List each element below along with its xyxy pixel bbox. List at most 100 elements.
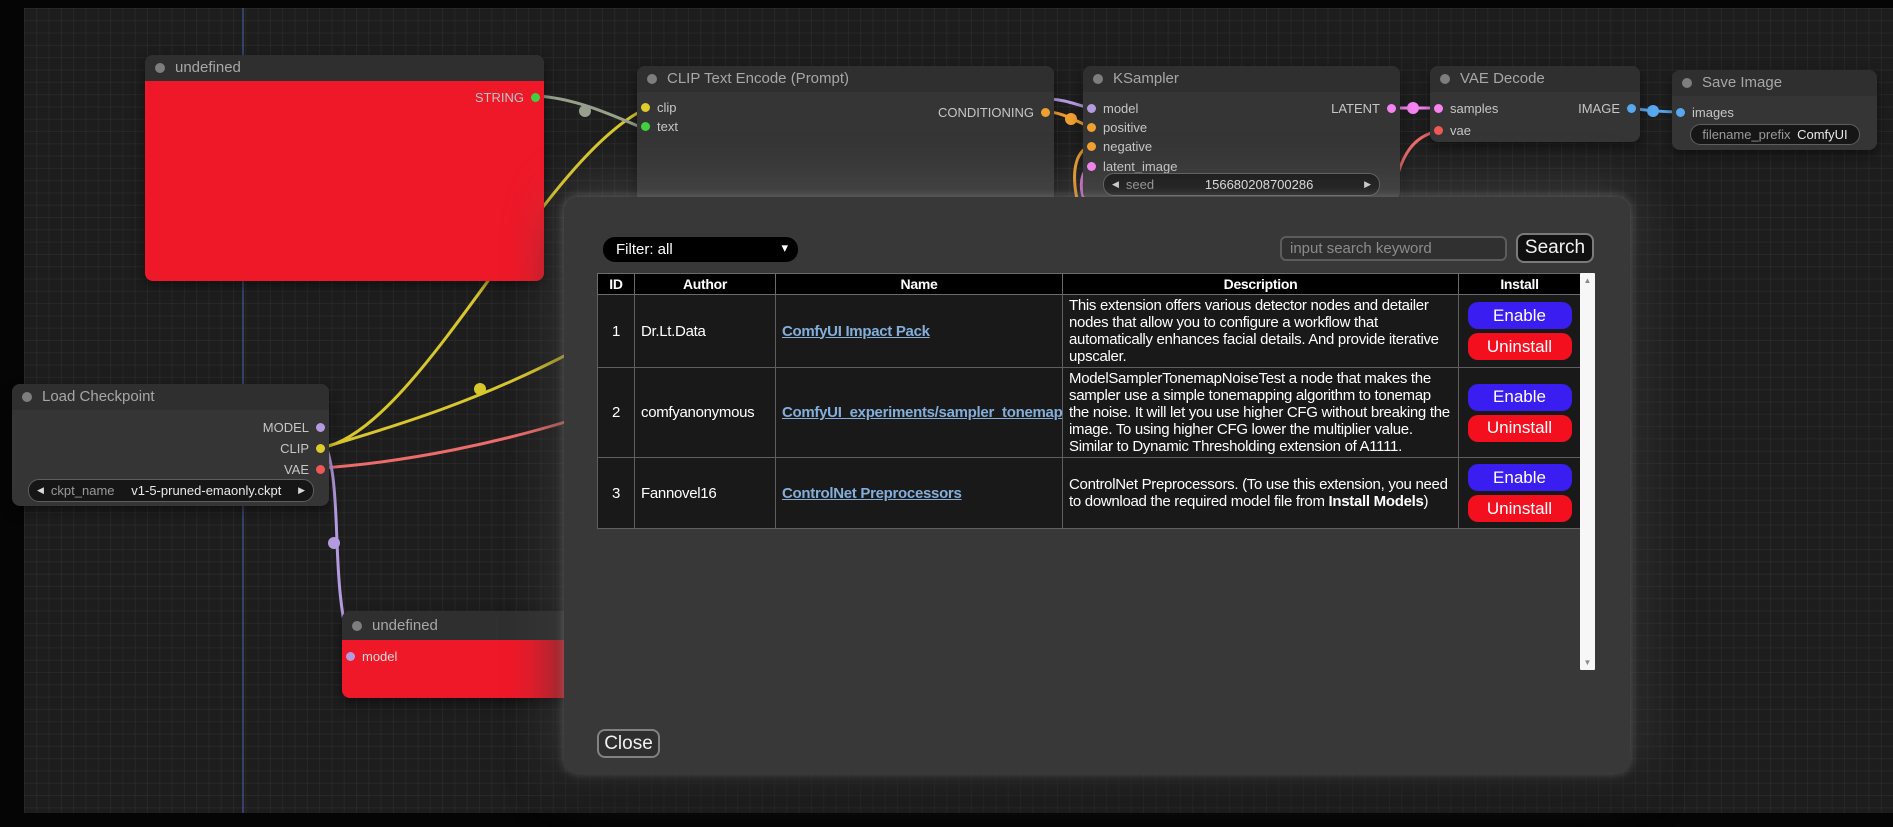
- input-port-model[interactable]: model: [346, 647, 397, 665]
- output-port-model[interactable]: MODEL: [263, 418, 325, 436]
- collapse-dot-icon[interactable]: [155, 63, 165, 73]
- output-port-vae[interactable]: VAE: [284, 460, 325, 478]
- port-dot-icon[interactable]: [1087, 142, 1096, 151]
- port-dot-icon[interactable]: [641, 103, 650, 112]
- node-title-bar[interactable]: Load Checkpoint: [12, 384, 329, 410]
- port-dot-icon[interactable]: [316, 423, 325, 432]
- collapse-dot-icon[interactable]: [1440, 74, 1450, 84]
- collapse-dot-icon[interactable]: [22, 392, 32, 402]
- port-label: vae: [1450, 123, 1471, 138]
- output-port-string[interactable]: STRING: [475, 88, 540, 106]
- extension-link[interactable]: ComfyUI Impact Pack: [782, 323, 930, 340]
- seed-widget[interactable]: ◀ seed 156680208700286 ▶: [1103, 173, 1380, 196]
- filename-prefix-widget[interactable]: filename_prefix ComfyUI: [1690, 124, 1860, 145]
- col-header-description: Description: [1063, 274, 1459, 295]
- filter-select[interactable]: Filter: all: [603, 237, 798, 262]
- link-midpoint-dot[interactable]: [328, 537, 340, 549]
- port-dot-icon[interactable]: [641, 122, 650, 131]
- port-dot-icon[interactable]: [1087, 123, 1096, 132]
- search-input[interactable]: [1280, 236, 1507, 261]
- extension-link[interactable]: ControlNet Preprocessors: [782, 485, 962, 502]
- port-dot-icon[interactable]: [346, 652, 355, 661]
- wire-string-to-text: [537, 96, 645, 129]
- port-dot-icon[interactable]: [531, 93, 540, 102]
- link-midpoint-dot[interactable]: [1407, 102, 1419, 114]
- port-dot-icon[interactable]: [1087, 162, 1096, 171]
- node-title: VAE Decode: [1460, 70, 1545, 87]
- widget-value: v1-5-pruned-emaonly.ckpt: [131, 483, 281, 498]
- input-port-images[interactable]: images: [1676, 103, 1734, 121]
- cell-author: Fannovel16: [635, 458, 776, 529]
- extension-link[interactable]: ComfyUI_experiments/sampler_tonemap: [782, 404, 1062, 421]
- node-title-bar[interactable]: undefined: [342, 611, 577, 640]
- cell-description: ControlNet Preprocessors. (To use this e…: [1063, 458, 1459, 529]
- table-row: 3 Fannovel16 ControlNet Preprocessors Co…: [598, 458, 1581, 529]
- uninstall-button[interactable]: Uninstall: [1468, 415, 1572, 442]
- widget-name: ckpt_name: [51, 483, 115, 498]
- link-midpoint-dot[interactable]: [474, 383, 486, 395]
- comfyui-canvas: undefined STRING CLIP Text Encode (Promp…: [0, 0, 1893, 827]
- output-port-image[interactable]: IMAGE: [1578, 99, 1636, 117]
- input-port-model[interactable]: model: [1087, 99, 1138, 117]
- ckpt-name-widget[interactable]: ◀ ckpt_name v1-5-pruned-emaonly.ckpt ▶: [28, 479, 314, 502]
- node-undefined-bottom[interactable]: undefined model: [342, 611, 577, 698]
- port-dot-icon[interactable]: [316, 465, 325, 474]
- port-dot-icon[interactable]: [1087, 104, 1096, 113]
- port-label: clip: [657, 100, 677, 115]
- input-port-text[interactable]: text: [641, 117, 678, 135]
- node-title-bar[interactable]: Save Image: [1672, 70, 1877, 96]
- widget-left-arrow-icon[interactable]: ◀: [1112, 179, 1119, 190]
- input-port-negative[interactable]: negative: [1087, 137, 1152, 155]
- uninstall-button[interactable]: Uninstall: [1468, 333, 1572, 360]
- collapse-dot-icon[interactable]: [1682, 78, 1692, 88]
- enable-button[interactable]: Enable: [1468, 302, 1572, 329]
- link-midpoint-dot[interactable]: [1647, 105, 1659, 117]
- output-port-conditioning[interactable]: CONDITIONING: [938, 103, 1050, 121]
- collapse-dot-icon[interactable]: [352, 621, 362, 631]
- node-save-image[interactable]: Save Image images filename_prefix ComfyU…: [1672, 70, 1877, 150]
- input-port-clip[interactable]: clip: [641, 98, 677, 116]
- scroll-up-icon[interactable]: ▲: [1580, 276, 1595, 285]
- search-button[interactable]: Search: [1516, 233, 1594, 263]
- link-midpoint-dot[interactable]: [579, 105, 591, 117]
- input-port-vae[interactable]: vae: [1434, 121, 1471, 139]
- close-button[interactable]: Close: [597, 729, 660, 758]
- node-load-checkpoint[interactable]: Load Checkpoint MODEL CLIP VAE ◀ ckpt_na…: [12, 384, 329, 506]
- node-title-bar[interactable]: VAE Decode: [1430, 66, 1640, 92]
- input-port-samples[interactable]: samples: [1434, 99, 1498, 117]
- enable-button[interactable]: Enable: [1468, 384, 1572, 411]
- widget-left-arrow-icon[interactable]: ◀: [37, 485, 44, 496]
- port-dot-icon[interactable]: [316, 444, 325, 453]
- node-clip-text-encode[interactable]: CLIP Text Encode (Prompt) clip text COND…: [637, 66, 1054, 206]
- enable-button[interactable]: Enable: [1468, 464, 1572, 491]
- node-title-bar[interactable]: KSampler: [1083, 66, 1400, 92]
- port-dot-icon[interactable]: [1387, 104, 1396, 113]
- node-title: KSampler: [1113, 70, 1179, 87]
- port-dot-icon[interactable]: [1627, 104, 1636, 113]
- port-dot-icon[interactable]: [1041, 108, 1050, 117]
- cell-author: comfyanonymous: [635, 368, 776, 458]
- collapse-dot-icon[interactable]: [647, 74, 657, 84]
- port-dot-icon[interactable]: [1676, 108, 1685, 117]
- node-title-bar[interactable]: CLIP Text Encode (Prompt): [637, 66, 1054, 92]
- table-row: 2 comfyanonymous ComfyUI_experiments/sam…: [598, 368, 1581, 458]
- widget-right-arrow-icon[interactable]: ▶: [298, 485, 305, 496]
- table-scrollbar[interactable]: ▲ ▼: [1580, 273, 1595, 670]
- port-dot-icon[interactable]: [1434, 104, 1443, 113]
- port-label: text: [657, 119, 678, 134]
- input-port-positive[interactable]: positive: [1087, 118, 1147, 136]
- node-title: undefined: [372, 617, 438, 634]
- output-port-latent[interactable]: LATENT: [1331, 99, 1396, 117]
- output-port-clip[interactable]: CLIP: [280, 439, 325, 457]
- port-label: model: [1103, 101, 1138, 116]
- link-midpoint-dot[interactable]: [1065, 113, 1077, 125]
- node-ksampler[interactable]: KSampler model positive negative latent_…: [1083, 66, 1400, 200]
- collapse-dot-icon[interactable]: [1093, 74, 1103, 84]
- widget-right-arrow-icon[interactable]: ▶: [1364, 179, 1371, 190]
- node-undefined-top[interactable]: undefined STRING: [145, 55, 544, 281]
- scroll-down-icon[interactable]: ▼: [1580, 658, 1595, 667]
- uninstall-button[interactable]: Uninstall: [1468, 495, 1572, 522]
- port-dot-icon[interactable]: [1434, 126, 1443, 135]
- node-title-bar[interactable]: undefined: [145, 55, 544, 81]
- node-vae-decode[interactable]: VAE Decode samples vae IMAGE: [1430, 66, 1640, 142]
